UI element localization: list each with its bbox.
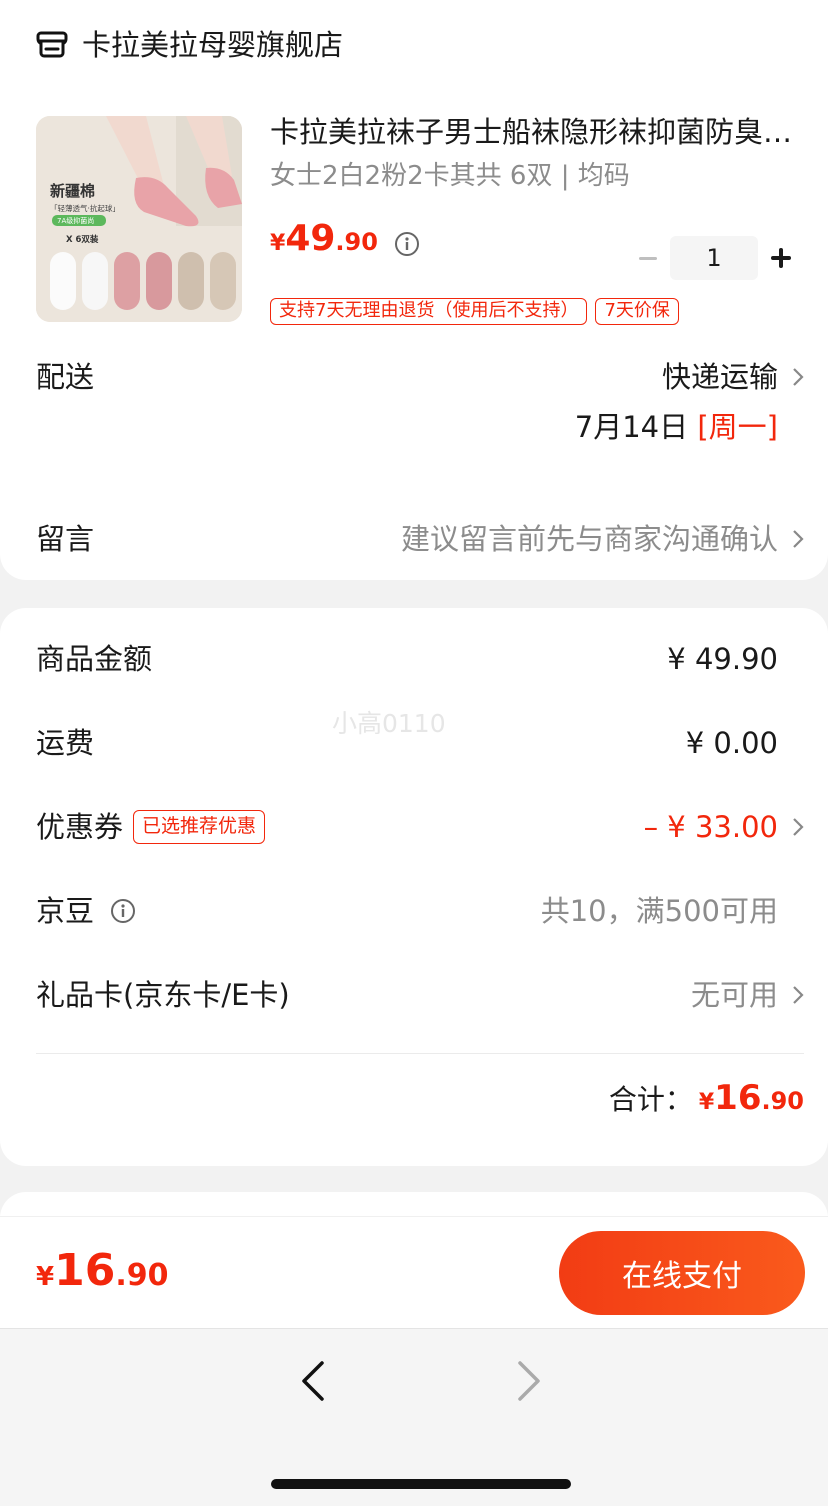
delivery-date[interactable]: 7月14日 [周一] [575, 406, 778, 448]
quantity-plus-button[interactable] [764, 236, 796, 280]
quantity-stepper: 1 [632, 236, 796, 280]
image-caption-badge: 7A级抑菌尚 [57, 216, 94, 225]
price-protect-tag: 7天价保 [595, 298, 679, 325]
service-tags: 支持7天无理由退货（使用后不支持） 7天价保 [270, 298, 687, 325]
jingdou-label: 京豆 [36, 894, 95, 928]
giftcard-row[interactable]: 无可用 [691, 974, 804, 1016]
jingdou-label-wrap: 京豆 [36, 890, 136, 932]
home-indicator[interactable] [271, 1479, 571, 1489]
delivery-date-text: 7月14日 [574, 410, 689, 444]
checkout-integer: 16 [54, 1245, 116, 1296]
shipping-value: ¥ 0.00 [685, 726, 778, 760]
back-arrow-icon[interactable] [296, 1359, 332, 1403]
giftcard-value: 无可用 [690, 978, 778, 1012]
shipping-label: 运费 [36, 726, 95, 760]
subtotal-currency: ¥ [698, 1090, 715, 1115]
jingdou-row: 共10，满500可用 [541, 890, 804, 932]
forward-arrow-icon[interactable] [510, 1359, 546, 1403]
coupon-value: – ¥ 33.00 [643, 810, 778, 844]
chevron-right-icon [793, 530, 804, 548]
price-info-icon[interactable] [394, 231, 420, 257]
price-integer: 49 [285, 218, 336, 259]
summary-divider [36, 1053, 804, 1054]
coupon-row[interactable]: – ¥ 33.00 [644, 806, 804, 848]
message-input-row[interactable]: 建议留言前先与商家沟通确认 [401, 518, 804, 560]
shop-header[interactable]: 卡拉美拉母婴旗舰店 [36, 22, 343, 64]
message-label: 留言 [36, 522, 95, 556]
coupon-badge: 已选推荐优惠 [133, 810, 266, 844]
quantity-value[interactable]: 1 [670, 236, 758, 280]
price-decimal: .90 [335, 228, 378, 256]
delivery-method: 快递运输 [661, 360, 778, 394]
product-thumbnail[interactable]: 新疆棉 「轻薄透气·抗起球」 7A级抑菌尚 X 6双装 [36, 116, 242, 322]
jingdou-value: 共10，满500可用 [540, 894, 778, 928]
product-image: 新疆棉 「轻薄透气·抗起球」 7A级抑菌尚 X 6双装 [36, 116, 242, 322]
giftcard-label: 礼品卡(京东卡/E卡) [36, 978, 290, 1012]
message-placeholder: 建议留言前先与商家沟通确认 [400, 522, 778, 556]
product-spec[interactable]: 女士2白2粉2卡其共 6双 | 均码 [270, 156, 630, 196]
checkout-bar: ¥ 16 .90 在线支付 [0, 1216, 828, 1328]
image-caption-pack: X 6双装 [66, 234, 99, 245]
subtotal-price: ¥ 16 .90 [699, 1078, 804, 1118]
checkout-total: ¥ 16 .90 [36, 1245, 168, 1296]
chevron-right-icon [793, 368, 804, 386]
info-icon[interactable] [110, 898, 136, 924]
subtotal-label: 合计： [608, 1083, 693, 1116]
shop-name: 卡拉美拉母婴旗舰店 [82, 28, 344, 62]
delivery-label: 配送 [36, 360, 95, 394]
shipping-row: ¥ 0.00 [686, 722, 804, 764]
checkout-decimal: .90 [115, 1258, 169, 1293]
product-price: ¥ 49 .90 [270, 218, 420, 270]
quantity-minus-button[interactable] [632, 236, 664, 280]
image-caption-sub: 「轻薄透气·抗起球」 [50, 203, 120, 213]
checkout-currency: ¥ [36, 1262, 55, 1292]
subtotal-integer: 16 [714, 1078, 762, 1118]
browser-toolbar [0, 1328, 828, 1506]
price-summary-card: 小高0110 商品金额 ¥ 49.90 运费 ¥ 0.00 优惠券 已选推荐优惠… [0, 608, 828, 1166]
watermark: 小高0110 [332, 709, 446, 738]
goods-amount-value: ¥ 49.90 [667, 642, 778, 676]
product-title[interactable]: 卡拉美拉袜子男士船袜隐形袜抑菌防臭夏季薄款 [270, 112, 804, 152]
store-icon [36, 31, 68, 58]
delivery-weekday: [周一] [697, 410, 778, 444]
chevron-right-icon [793, 818, 804, 836]
order-item-card: 卡拉美拉母婴旗舰店 新疆棉 「轻薄透气·抗起球」 7A级抑菌尚 X 6双装 卡拉… [0, 0, 828, 580]
image-caption-title: 新疆棉 [50, 182, 95, 200]
subtotal-row: 合计： ¥ 16 .90 [609, 1078, 804, 1118]
goods-amount-row: ¥ 49.90 [667, 638, 804, 680]
price-currency: ¥ [270, 231, 286, 256]
chevron-right-icon [793, 986, 804, 1004]
goods-amount-label: 商品金额 [36, 642, 153, 676]
pay-online-button[interactable]: 在线支付 [559, 1231, 805, 1315]
coupon-label: 优惠券 [36, 810, 124, 844]
coupon-label-wrap: 优惠券 已选推荐优惠 [36, 806, 266, 848]
return-policy-tag: 支持7天无理由退货（使用后不支持） [270, 298, 588, 325]
delivery-method-row[interactable]: 快递运输 [662, 356, 804, 398]
subtotal-decimal: .90 [761, 1087, 804, 1115]
